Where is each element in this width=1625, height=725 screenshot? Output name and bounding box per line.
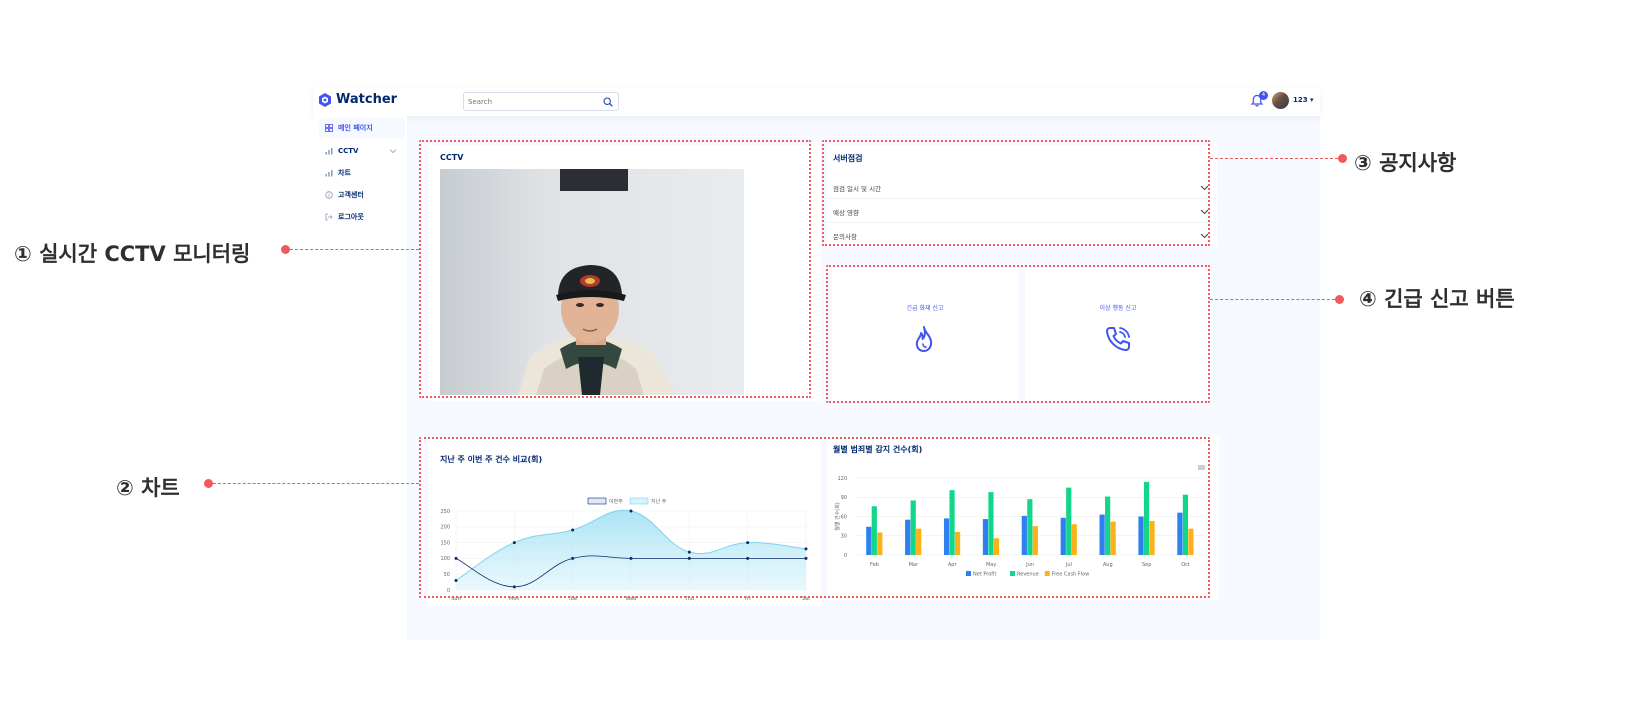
annotation-leader-line (213, 483, 419, 484)
annotation-leader-line (1210, 299, 1335, 300)
callout-box-notice (822, 140, 1210, 246)
app-name: Watcher (336, 92, 398, 107)
search-bar (463, 92, 619, 111)
info-circle-icon (325, 191, 333, 199)
logo-icon (319, 92, 331, 107)
callout-box-cctv (419, 140, 811, 398)
logout-icon (325, 213, 333, 221)
annotation-label-emergency: ④ 긴급 신고 버튼 (1359, 287, 1515, 311)
sidebar-item-label: 고객센터 (338, 191, 364, 199)
chevron-down-icon[interactable] (389, 147, 397, 155)
annotation-label-cctv: ① 실시간 CCTV 모니터링 (14, 242, 251, 266)
annotation-leader-line (1210, 158, 1338, 159)
app-logo[interactable]: Watcher (319, 92, 397, 107)
notification-badge: 4 (1259, 91, 1268, 100)
sidebar-item-main[interactable]: 메인 페이지 (319, 118, 405, 138)
sidebar-item-label: 로그아웃 (338, 213, 364, 221)
sidebar-item-label: CCTV (338, 147, 359, 155)
stage: Watcher 4 123 ▾ (0, 0, 1625, 725)
callout-box-charts (419, 437, 1210, 598)
sidebar-item-label: 메인 페이지 (338, 124, 373, 132)
annotation-label-notice: ③ 공지사항 (1354, 151, 1457, 175)
sidebar: 메인 페이지 CCTV 차트 고객센터 로그아웃 (313, 116, 407, 640)
annotation-label-chart: ② 차트 (116, 476, 180, 500)
search-icon[interactable] (603, 97, 613, 107)
sidebar-item-label: 차트 (338, 169, 351, 177)
sidebar-item-chart[interactable]: 차트 (319, 163, 405, 183)
grid-icon (325, 124, 333, 132)
sidebar-item-support[interactable]: 고객센터 (319, 185, 405, 205)
annotation-dot (1335, 295, 1344, 304)
bar-chart-icon (325, 170, 333, 177)
top-bar: Watcher 4 123 ▾ (313, 88, 1320, 116)
callout-box-emergency (826, 265, 1210, 403)
avatar[interactable] (1272, 92, 1289, 109)
search-input[interactable] (468, 95, 598, 109)
annotation-leader-line (290, 249, 419, 250)
sidebar-item-logout[interactable]: 로그아웃 (319, 207, 405, 227)
sidebar-item-cctv[interactable]: CCTV (319, 141, 405, 161)
annotation-dot (281, 245, 290, 254)
bar-chart-icon (325, 148, 333, 155)
annotation-dot (1338, 154, 1347, 163)
user-menu[interactable]: 123 ▾ (1293, 96, 1314, 104)
annotation-dot (204, 479, 213, 488)
